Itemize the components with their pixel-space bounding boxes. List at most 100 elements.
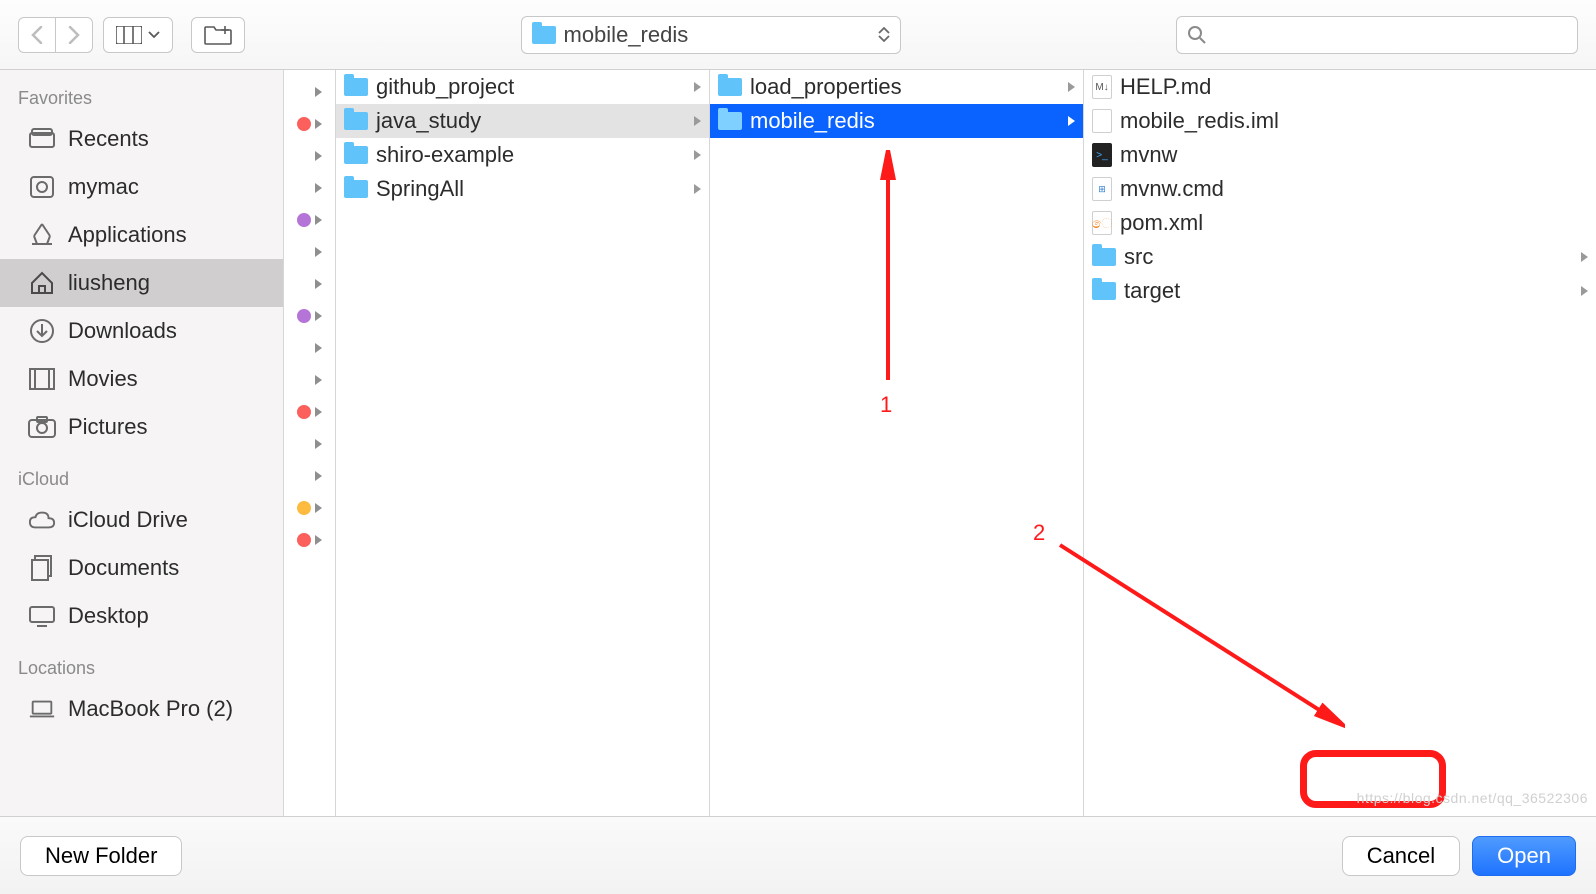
terminal-file-icon: >_: [1092, 143, 1112, 167]
file-row[interactable]: src: [1084, 240, 1596, 274]
search-input[interactable]: [1215, 23, 1567, 46]
folder-icon: [344, 78, 368, 96]
sidebar-item-documents[interactable]: Documents: [0, 544, 283, 592]
sidebar-item-label: Downloads: [68, 318, 177, 344]
disclosure-icon: [315, 503, 322, 513]
tag-row[interactable]: [297, 268, 322, 300]
sidebar-item-mymac[interactable]: mymac: [0, 163, 283, 211]
disclosure-icon: [315, 471, 322, 481]
sidebar-item-icloud-drive[interactable]: iCloud Drive: [0, 496, 283, 544]
tag-row[interactable]: [297, 300, 322, 332]
file-row[interactable]: >_mvnw: [1084, 138, 1596, 172]
home-icon: [28, 269, 56, 297]
file-name: target: [1124, 278, 1180, 304]
current-folder-label: mobile_redis: [564, 22, 689, 48]
sidebar-item-desktop[interactable]: Desktop: [0, 592, 283, 640]
docs-icon: [28, 554, 56, 582]
md-file-icon: M↓: [1092, 75, 1112, 99]
file-icon: [1092, 109, 1112, 133]
file-name: java_study: [376, 108, 481, 134]
folder-plus-icon: [204, 25, 232, 45]
forward-button[interactable]: [55, 17, 93, 53]
folder-icon: [718, 78, 742, 96]
file-name: src: [1124, 244, 1153, 270]
sidebar-item-label: liusheng: [68, 270, 150, 296]
tag-row[interactable]: [297, 396, 322, 428]
path-dropdown[interactable]: mobile_redis: [521, 16, 901, 54]
tag-row[interactable]: [297, 524, 322, 556]
sidebar-item-liusheng[interactable]: liusheng: [0, 259, 283, 307]
sidebar-item-label: Applications: [68, 222, 187, 248]
tag-row[interactable]: [297, 364, 322, 396]
file-row[interactable]: M↓HELP.md: [1084, 70, 1596, 104]
download-icon: [28, 317, 56, 345]
cmd-file-icon: ⊞: [1092, 177, 1112, 201]
disclosure-icon: [315, 151, 322, 161]
disclosure-icon: [315, 343, 322, 353]
file-row[interactable]: mobile_redis: [710, 104, 1083, 138]
stepper-icon: [878, 27, 890, 42]
search-field[interactable]: [1176, 16, 1578, 54]
file-row[interactable]: mobile_redis.iml: [1084, 104, 1596, 138]
sidebar-item-movies[interactable]: Movies: [0, 355, 283, 403]
file-row[interactable]: load_properties: [710, 70, 1083, 104]
back-button[interactable]: [18, 17, 55, 53]
laptop-icon: [28, 695, 56, 723]
tag-row[interactable]: [297, 332, 322, 364]
new-folder-toolbar-button[interactable]: [191, 17, 245, 53]
file-row[interactable]: target: [1084, 274, 1596, 308]
sidebar-header: Favorites: [0, 70, 283, 115]
tag-row[interactable]: [297, 204, 322, 236]
columns-icon: [116, 26, 142, 44]
new-folder-button[interactable]: New Folder: [20, 836, 182, 876]
tag-dot-icon: [297, 213, 311, 227]
sidebar-item-applications[interactable]: Applications: [0, 211, 283, 259]
sidebar-item-label: iCloud Drive: [68, 507, 188, 533]
file-row[interactable]: ⊞ mvnw.cmd: [1084, 172, 1596, 206]
sidebar-header: iCloud: [0, 451, 283, 496]
sidebar-item-label: MacBook Pro (2): [68, 696, 233, 722]
sidebar-item-macbook-pro-2-[interactable]: MacBook Pro (2): [0, 685, 283, 733]
sidebar: FavoritesRecentsmymac Applications liushen…: [0, 70, 284, 816]
tag-dot-icon: [297, 405, 311, 419]
tag-row[interactable]: [297, 108, 322, 140]
sidebar-item-pictures[interactable]: Pictures: [0, 403, 283, 451]
tag-row[interactable]: [297, 428, 322, 460]
tag-row[interactable]: [297, 140, 322, 172]
file-row[interactable]: github_project: [336, 70, 709, 104]
tag-row[interactable]: [297, 460, 322, 492]
tag-row[interactable]: [297, 76, 322, 108]
tag-row[interactable]: [297, 236, 322, 268]
file-name: SpringAll: [376, 176, 464, 202]
disclosure-icon: [315, 87, 322, 97]
cancel-button[interactable]: Cancel: [1342, 836, 1460, 876]
nav-buttons: [18, 17, 93, 53]
sidebar-header: Locations: [0, 640, 283, 685]
file-row[interactable]: java_study: [336, 104, 709, 138]
chevron-right-icon: [694, 116, 701, 126]
pictures-icon: [28, 413, 56, 441]
column-3: M↓HELP.mdmobile_redis.iml>_mvnw ⊞ mvnw.cmd…: [1084, 70, 1596, 816]
sidebar-item-label: Pictures: [68, 414, 147, 440]
file-row[interactable]: SpringAll: [336, 172, 709, 206]
disk-icon: [28, 173, 56, 201]
sidebar-item-downloads[interactable]: Downloads: [0, 307, 283, 355]
tag-row[interactable]: [297, 172, 322, 204]
tag-row[interactable]: [297, 492, 322, 524]
file-name: load_properties: [750, 74, 902, 100]
file-name: mobile_redis: [750, 108, 875, 134]
view-mode-button[interactable]: [103, 17, 173, 53]
sidebar-item-recents[interactable]: Recents: [0, 115, 283, 163]
recents-icon: [28, 125, 56, 153]
open-button[interactable]: Open: [1472, 836, 1576, 876]
disclosure-icon: [315, 311, 322, 321]
file-row[interactable]: ෙpom.xml: [1084, 206, 1596, 240]
main-area: FavoritesRecentsmymac Applications liushen…: [0, 70, 1596, 816]
disclosure-icon: [315, 407, 322, 417]
tag-dot-icon: [297, 117, 311, 131]
disclosure-icon: [315, 279, 322, 289]
file-name: mvnw.cmd: [1120, 176, 1224, 202]
disclosure-icon: [315, 183, 322, 193]
file-row[interactable]: shiro-example: [336, 138, 709, 172]
chevron-right-icon: [694, 82, 701, 92]
